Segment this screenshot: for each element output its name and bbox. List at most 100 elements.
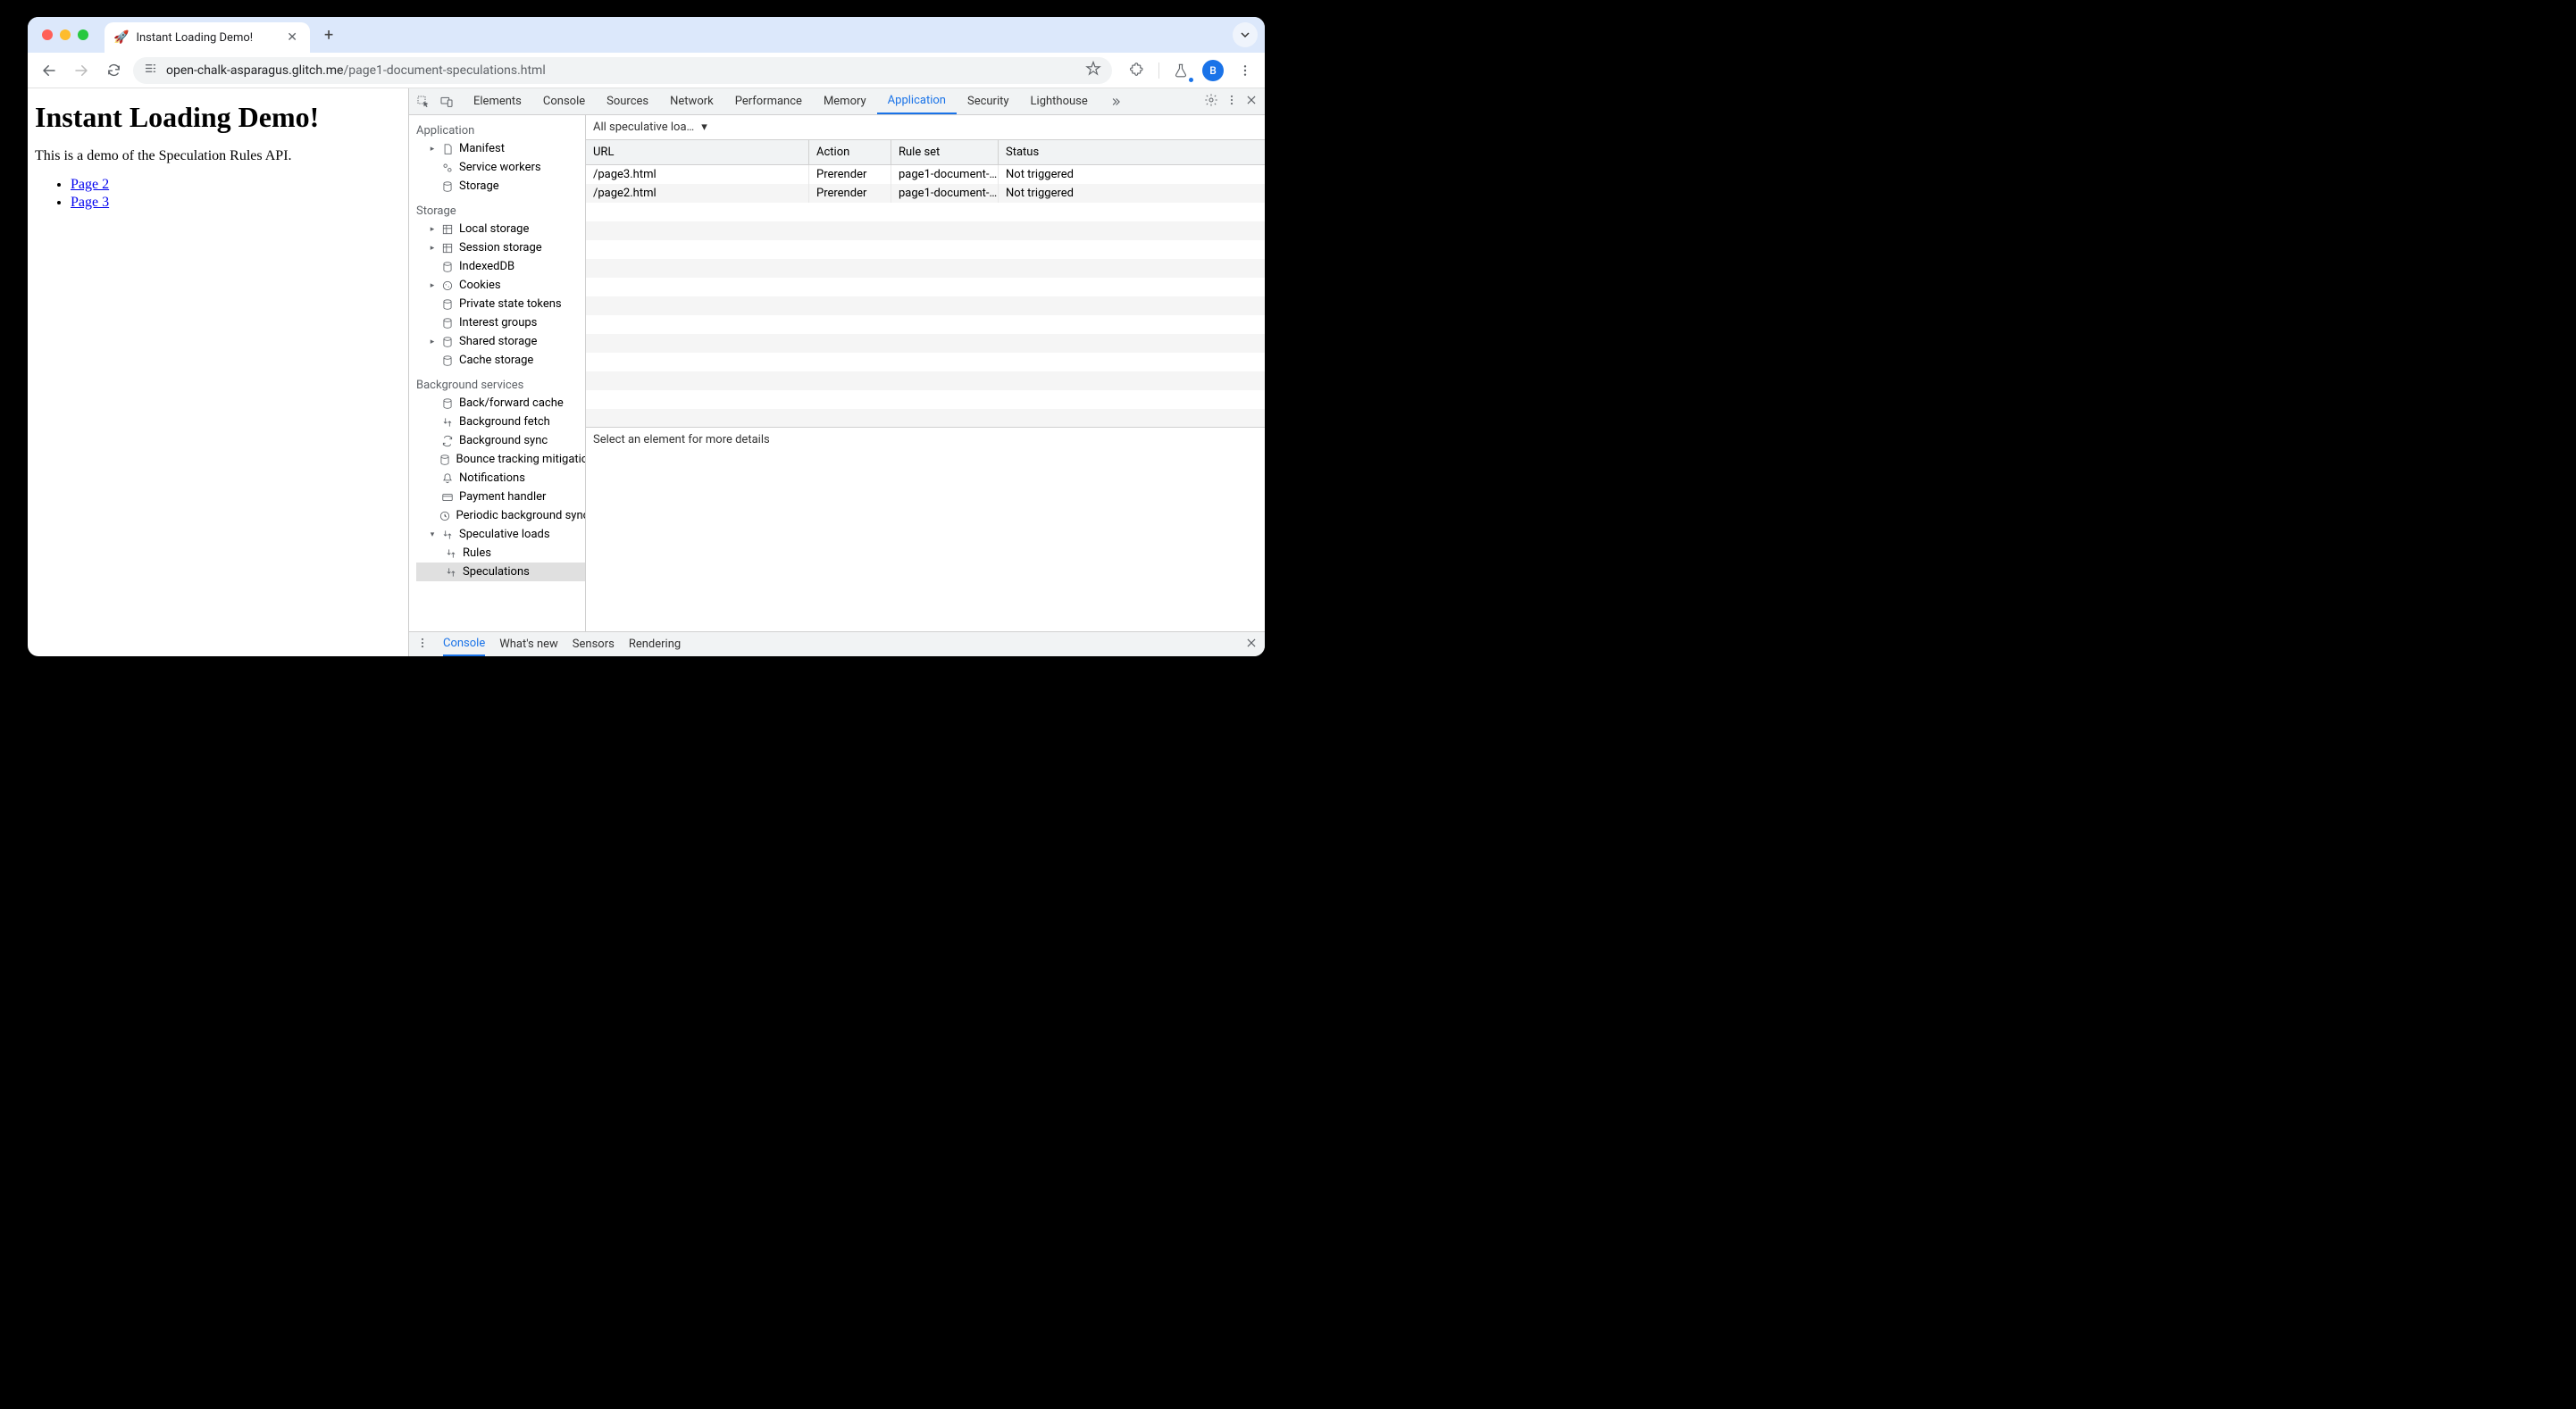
bookmark-button[interactable] [1085, 61, 1101, 80]
site-settings-icon[interactable] [144, 62, 157, 79]
tab-application[interactable]: Application [877, 88, 957, 114]
browser-menu-button[interactable] [1234, 60, 1256, 81]
sidebar-label: Cache storage [459, 354, 533, 367]
sidebar-item-interest-groups[interactable]: ▸Interest groups [416, 313, 585, 332]
sidebar-label: Notifications [459, 471, 525, 485]
sidebar-item-cookies[interactable]: ▸Cookies [416, 276, 585, 295]
sidebar-item-background-fetch[interactable]: ▸Background fetch [416, 413, 585, 431]
tab-title: Instant Loading Demo! [136, 31, 276, 45]
kebab-icon [1238, 63, 1252, 78]
sidebar-item-speculative-loads[interactable]: ▾Speculative loads [416, 525, 585, 544]
sidebar-label: Rules [463, 546, 491, 560]
tabs-overflow-button[interactable] [1099, 88, 1133, 114]
application-main-panel: All speculative loa… ▾ URL Action Rule s… [586, 115, 1265, 631]
devtools-tabbar: Elements Console Sources Network Perform… [409, 88, 1265, 115]
page-link[interactable]: Page 3 [71, 195, 109, 210]
sidebar-item-periodic-sync[interactable]: ▸Periodic background sync [416, 506, 585, 525]
forward-button[interactable] [69, 58, 94, 83]
minimize-window-button[interactable] [60, 29, 71, 40]
browser-window: 🚀 Instant Loading Demo! ✕ + open-chalk-a… [28, 17, 1265, 656]
page-link-list: Page 2 Page 3 [35, 177, 401, 211]
drawer-close-button[interactable] [1245, 637, 1258, 653]
devtools-panel: Elements Console Sources Network Perform… [408, 88, 1265, 656]
sidebar-item-rules[interactable]: Rules [416, 544, 585, 563]
inspect-element-button[interactable] [413, 95, 434, 109]
labs-button[interactable] [1170, 60, 1192, 81]
sidebar-item-manifest[interactable]: ▸Manifest [416, 139, 585, 158]
tab-performance[interactable]: Performance [724, 88, 813, 114]
device-toggle-button[interactable] [436, 95, 457, 109]
sidebar-item-private-state-tokens[interactable]: ▸Private state tokens [416, 295, 585, 313]
drawer-tab-console[interactable]: Console [443, 632, 485, 656]
sidebar-item-back-forward-cache[interactable]: ▸Back/forward cache [416, 394, 585, 413]
drawer-tab-rendering[interactable]: Rendering [629, 638, 681, 651]
sidebar-label: Back/forward cache [459, 396, 564, 410]
browser-toolbar: open-chalk-asparagus.glitch.me/page1-doc… [28, 53, 1265, 88]
devtools-menu-button[interactable] [1225, 94, 1238, 110]
toolbar-separator [1158, 63, 1159, 79]
arrow-right-icon [73, 63, 89, 79]
speculations-detail-placeholder: Select an element for more details [586, 428, 1265, 631]
drawer-tab-sensors[interactable]: Sensors [573, 638, 615, 651]
sidebar-item-session-storage[interactable]: ▸Session storage [416, 238, 585, 257]
tab-close-button[interactable]: ✕ [283, 30, 301, 45]
browser-tab[interactable]: 🚀 Instant Loading Demo! ✕ [105, 22, 310, 53]
page-heading: Instant Loading Demo! [35, 101, 401, 134]
column-header-url[interactable]: URL [586, 140, 809, 164]
drawer-tab-whatsnew[interactable]: What's new [499, 638, 558, 651]
cell-url: /page3.html [586, 165, 809, 184]
sidebar-item-speculations[interactable]: Speculations [416, 563, 585, 581]
sidebar-item-storage[interactable]: ▸Storage [416, 177, 585, 196]
sidebar-item-indexeddb[interactable]: ▸IndexedDB [416, 257, 585, 276]
page-link[interactable]: Page 2 [71, 177, 109, 192]
cell-action: Prerender [809, 165, 891, 184]
tab-network[interactable]: Network [659, 88, 724, 114]
table-empty-area [586, 203, 1265, 427]
sidebar-item-bounce-tracking[interactable]: ▸Bounce tracking mitigation [416, 450, 585, 469]
new-tab-button[interactable]: + [319, 24, 339, 46]
sidebar-item-notifications[interactable]: ▸Notifications [416, 469, 585, 488]
reload-icon [106, 63, 121, 78]
sidebar-item-payment-handler[interactable]: ▸Payment handler [416, 488, 585, 506]
table-header-row: URL Action Rule set Status [586, 140, 1265, 165]
back-button[interactable] [37, 58, 62, 83]
sidebar-item-shared-storage[interactable]: ▸Shared storage [416, 332, 585, 351]
cell-ruleset: page1-document-… [891, 165, 999, 184]
drawer-menu-button[interactable] [416, 637, 429, 653]
close-window-button[interactable] [42, 29, 53, 40]
devtools-close-button[interactable] [1245, 94, 1258, 110]
tab-sources[interactable]: Sources [596, 88, 659, 114]
tab-lighthouse[interactable]: Lighthouse [1020, 88, 1099, 114]
devtools-settings-button[interactable] [1204, 93, 1218, 111]
table-row[interactable]: /page2.html Prerender page1-document-… N… [586, 184, 1265, 203]
address-bar[interactable]: open-chalk-asparagus.glitch.me/page1-doc… [133, 57, 1112, 84]
sidebar-item-local-storage[interactable]: ▸Local storage [416, 220, 585, 238]
sidebar-label: Interest groups [459, 316, 537, 329]
cell-ruleset: page1-document-… [891, 184, 999, 203]
close-icon [1245, 637, 1258, 649]
arrow-left-icon [41, 63, 57, 79]
reload-button[interactable] [101, 58, 126, 83]
column-header-ruleset[interactable]: Rule set [891, 140, 999, 164]
sidebar-item-background-sync[interactable]: ▸Background sync [416, 431, 585, 450]
cell-status: Not triggered [999, 165, 1265, 184]
profile-avatar[interactable]: B [1202, 60, 1224, 81]
tab-elements[interactable]: Elements [463, 88, 532, 114]
tab-console[interactable]: Console [532, 88, 596, 114]
tab-favicon-icon: 🚀 [113, 30, 129, 45]
sidebar-label: Payment handler [459, 490, 546, 504]
tab-memory[interactable]: Memory [813, 88, 877, 114]
column-header-status[interactable]: Status [999, 140, 1265, 164]
tabs-dropdown-button[interactable] [1233, 22, 1258, 47]
sidebar-item-service-workers[interactable]: ▸Service workers [416, 158, 585, 177]
tab-security[interactable]: Security [957, 88, 1020, 114]
sidebar-item-cache-storage[interactable]: ▸Cache storage [416, 351, 585, 370]
column-header-action[interactable]: Action [809, 140, 891, 164]
sidebar-label: Storage [459, 179, 499, 193]
extensions-button[interactable] [1126, 60, 1148, 81]
maximize-window-button[interactable] [78, 29, 88, 40]
speculations-filter-dropdown[interactable]: All speculative loa… ▾ [593, 121, 707, 134]
sidebar-label: Speculations [463, 565, 530, 579]
sidebar-label: Periodic background sync [456, 509, 586, 522]
table-row[interactable]: /page3.html Prerender page1-document-… N… [586, 165, 1265, 184]
